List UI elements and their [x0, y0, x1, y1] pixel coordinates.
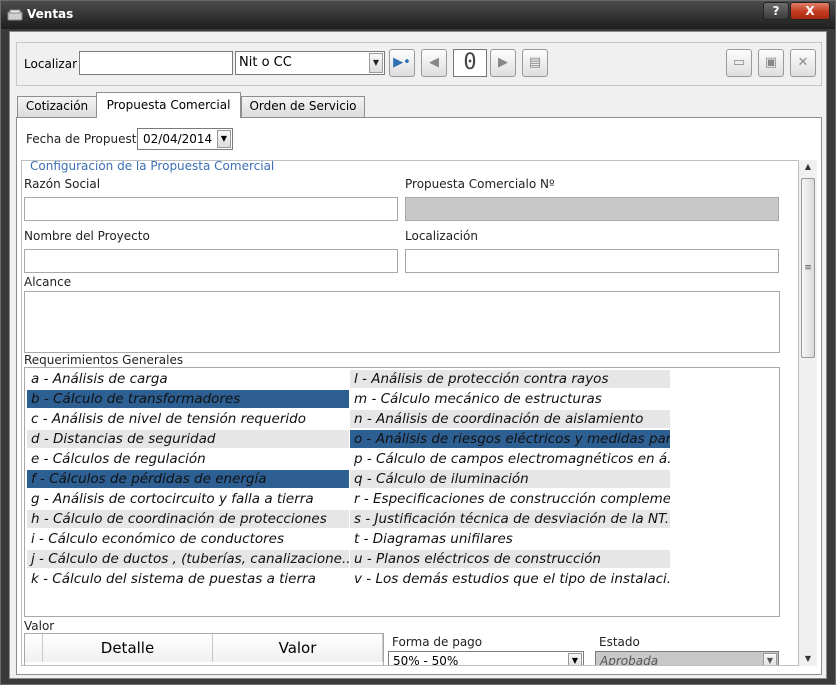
estado-select: Aprobada ▼ — [595, 651, 779, 666]
tab-propuesta-comercial[interactable]: Propuesta Comercial — [96, 92, 241, 118]
requirement-item[interactable]: q - Cálculo de iluminación — [350, 470, 670, 488]
requirement-item[interactable]: m - Cálculo mecánico de estructuras — [350, 390, 670, 408]
propuesta-panel: Fecha de Propuesta 02/04/2014 ▼ Configur… — [16, 117, 822, 675]
save-icon: ▣ — [764, 55, 778, 70]
requirement-item[interactable]: h - Cálculo de coordinación de proteccio… — [27, 510, 349, 528]
alcance-textarea[interactable] — [24, 291, 780, 353]
localizacion-label: Localización — [405, 229, 478, 243]
doc-type-select[interactable]: Nit o CC ▼ — [235, 51, 385, 75]
grid-header-valor[interactable]: Valor — [213, 634, 383, 662]
search-toolbar: Localizar Nit o CC ▼ ▶• ◀ 0 ▶ ▤ ▭ ▣ ✕ — [16, 42, 822, 86]
title-bar[interactable]: Ventas ? X — [1, 1, 835, 29]
fecha-value: 02/04/2014 — [143, 132, 213, 146]
proyecto-label: Nombre del Proyecto — [24, 229, 150, 243]
requirement-item[interactable]: d - Distancias de seguridad — [27, 430, 349, 448]
play-search-icon: ▶• — [393, 55, 411, 70]
razon-social-label: Razón Social — [24, 177, 101, 191]
requirement-item[interactable]: n - Análisis de coordinación de aislamie… — [350, 410, 670, 428]
app-icon — [7, 9, 23, 21]
close-button[interactable]: X — [790, 2, 830, 20]
requirement-item[interactable]: g - Análisis de cortocircuito y falla a … — [27, 490, 349, 508]
requirement-item[interactable]: i - Cálculo económico de conductores — [27, 530, 349, 548]
requirement-item[interactable]: f - Cálculos de pérdidas de energía — [27, 470, 349, 488]
localizacion-input[interactable] — [405, 249, 779, 273]
record-counter: 0 — [453, 49, 487, 77]
requirement-item[interactable]: b - Cálculo de transformadores — [27, 390, 349, 408]
arrow-left-icon: ◀ — [429, 55, 439, 70]
razon-social-input[interactable] — [24, 197, 398, 221]
chevron-down-icon[interactable]: ▼ — [369, 53, 383, 73]
proyecto-input[interactable] — [24, 249, 398, 273]
new-button[interactable]: ▭ — [726, 49, 752, 77]
requirement-item[interactable]: u - Planos eléctricos de construcción — [350, 550, 670, 568]
previous-button[interactable]: ◀ — [421, 49, 447, 77]
arrow-right-icon: ▶ — [498, 55, 508, 70]
scroll-down-icon[interactable]: ▼ — [799, 652, 817, 666]
calendar-dropdown-icon[interactable]: ▼ — [217, 130, 231, 148]
scroll-up-icon[interactable]: ▲ — [799, 160, 817, 174]
grid-header-detalle[interactable]: Detalle — [43, 634, 213, 662]
chevron-down-icon: ▼ — [763, 653, 777, 665]
window-title: Ventas — [27, 7, 74, 21]
tab-cotizacion[interactable]: Cotización — [17, 96, 97, 117]
delete-x-icon: ✕ — [797, 55, 809, 70]
doc-type-value: Nit o CC — [239, 55, 292, 70]
fecha-label: Fecha de Propuesta — [26, 132, 144, 146]
folder-new-icon: ▭ — [732, 55, 746, 70]
valor-grid[interactable]: Detalle Valor — [24, 633, 384, 665]
requirement-item[interactable]: e - Cálculos de regulación — [27, 450, 349, 468]
requirement-item[interactable]: r - Especificaciones de construcción com… — [350, 490, 670, 508]
localizar-label: Localizar — [24, 57, 78, 71]
grid-corner — [25, 634, 43, 662]
save-button[interactable]: ▣ — [758, 49, 784, 77]
requirement-item[interactable]: c - Análisis de nivel de tensión requeri… — [27, 410, 349, 428]
requirement-item[interactable]: p - Cálculo de campos electromagnéticos … — [350, 450, 670, 468]
help-button[interactable]: ? — [763, 2, 789, 20]
client-area: Localizar Nit o CC ▼ ▶• ◀ 0 ▶ ▤ ▭ ▣ ✕ Co… — [9, 31, 827, 679]
document-list-icon: ▤ — [528, 55, 542, 70]
requirement-item[interactable]: k - Cálculo del sistema de puestas a tie… — [27, 570, 349, 588]
requerimientos-label: Requerimientos Generales — [24, 353, 184, 367]
estado-value: Aprobada — [600, 654, 659, 666]
search-go-button[interactable]: ▶• — [389, 49, 415, 77]
fecha-picker[interactable]: 02/04/2014 ▼ — [137, 128, 233, 150]
requirement-item[interactable]: t - Diagramas unifilares — [350, 530, 670, 548]
requerimientos-list[interactable]: a - Análisis de carga b - Cálculo de tran… — [24, 367, 780, 617]
requirement-item[interactable]: l - Análisis de protección contra rayos — [350, 370, 670, 388]
chevron-down-icon[interactable]: ▼ — [568, 653, 582, 665]
panel-scrollbar[interactable]: ▲ ≡ ▼ — [799, 160, 817, 666]
group-title: Configuración de la Propuesta Comercial — [28, 160, 277, 173]
tab-orden-servicio[interactable]: Orden de Servicio — [241, 96, 365, 117]
estado-label: Estado — [599, 635, 640, 649]
next-button[interactable]: ▶ — [490, 49, 516, 77]
propuesta-no-label: Propuesta Comercialo Nº — [405, 177, 555, 191]
requirement-item[interactable]: v - Los demás estudios que el tipo de in… — [350, 570, 670, 588]
valor-label: Valor — [24, 619, 55, 633]
requirement-item[interactable]: a - Análisis de carga — [27, 370, 349, 388]
delete-button[interactable]: ✕ — [790, 49, 816, 77]
forma-pago-select[interactable]: 50% - 50% ▼ — [388, 651, 584, 666]
alcance-label: Alcance — [24, 275, 72, 289]
requirement-item[interactable]: s - Justificación técnica de desviación … — [350, 510, 670, 528]
localizar-input[interactable] — [79, 51, 233, 75]
forma-pago-value: 50% - 50% — [393, 654, 459, 666]
list-button[interactable]: ▤ — [522, 49, 548, 77]
requirement-item[interactable]: o - Análisis de riesgos eléctricos y med… — [350, 430, 670, 448]
propuesta-no-field — [405, 197, 779, 221]
scroll-thumb[interactable]: ≡ — [801, 178, 815, 358]
ventas-window: Ventas ? X Localizar Nit o CC ▼ ▶• ◀ 0 ▶… — [0, 0, 836, 685]
requirement-item[interactable]: j - Cálculo de ductos , (tuberías, canal… — [27, 550, 349, 568]
config-group: Configuración de la Propuesta Comercial … — [21, 160, 799, 666]
forma-pago-label: Forma de pago — [392, 635, 483, 649]
